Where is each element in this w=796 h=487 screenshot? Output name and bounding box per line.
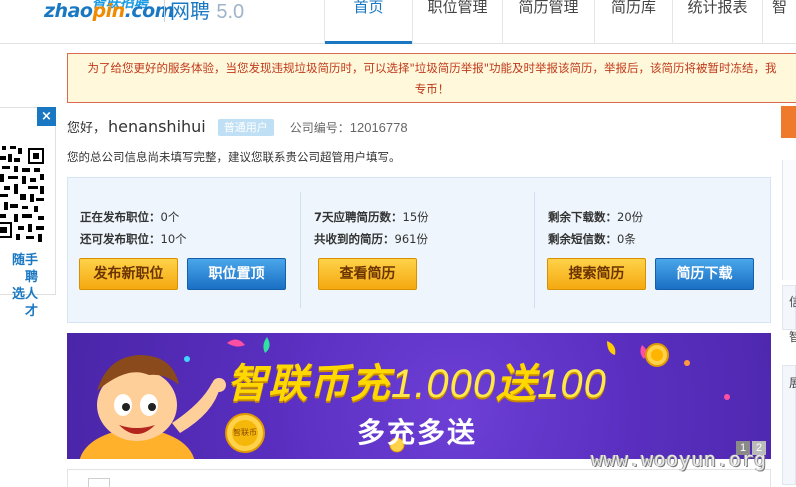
greeting-row: 您好， henanshihui 普通用户 公司编号：12016778 (67, 117, 408, 137)
job-top-button[interactable]: 职位置顶 (187, 258, 286, 290)
nav-more[interactable]: 智 (762, 0, 796, 44)
right-panel-char-1: 信 (789, 295, 796, 309)
stat-publishing-jobs: 正在发布职位：0个 (80, 210, 180, 224)
product-name: 网聘 5.0 (170, 0, 245, 23)
nav-home[interactable]: 首页 (324, 0, 412, 44)
mascot-icon (79, 355, 226, 459)
banner-title: 智联币充1.000送100 (227, 361, 607, 407)
bottom-card (67, 469, 771, 487)
nav-statistics-report[interactable]: 统计报表 (672, 0, 762, 44)
coin-label: 智联币 (233, 428, 257, 437)
right-panel-edge (782, 160, 796, 280)
stats-divider (300, 192, 301, 308)
search-resumes-button[interactable]: 搜索简历 (547, 258, 646, 290)
publish-new-job-button[interactable]: 发布新职位 (79, 258, 178, 290)
spam-report-notice: 为了给您更好的服务体验，当您发现违规垃圾简历时，可以选择"垃圾简历举报"功能及时… (67, 53, 796, 103)
company-info-incomplete-text: 您的总公司信息尚未填写完整，建议您联系贵公司超管用户填写。 (67, 150, 401, 164)
logo-divider (164, 0, 165, 22)
qr-caption: 随手聘 选人才 (11, 253, 38, 319)
qr-code-image (0, 128, 46, 249)
nav-resume-library[interactable]: 简历库 (594, 0, 672, 44)
zhaopin-logo[interactable]: 智联招聘 zhaopin.com (44, 0, 174, 24)
stats-divider (534, 192, 535, 308)
view-resumes-button[interactable]: 查看简历 (318, 258, 417, 290)
stat-weekly-resumes: 7天应聘简历数：15份 (314, 210, 429, 224)
nav-resume-management[interactable]: 简历管理 (502, 0, 594, 44)
logo-en-text: zhaopin.com (44, 0, 174, 22)
notice-line-2: 专币！ (414, 82, 450, 96)
username: henanshihui (108, 117, 206, 136)
top-header: 智联招聘 zhaopin.com 网聘 5.0 首页 职位管理 简历管理 简历库… (0, 0, 796, 44)
stat-remaining-sms: 剩余短信数：0条 (548, 232, 636, 246)
promo-banner[interactable]: 智联币充1.000送100 多充多送 智联币 (67, 333, 771, 459)
stat-available-jobs: 还可发布职位：10个 (80, 232, 187, 246)
stats-panel: 正在发布职位：0个 还可发布职位：10个 发布新职位 职位置顶 7天应聘简历数：… (67, 177, 771, 323)
company-id: 公司编号：12016778 (289, 120, 408, 135)
download-resumes-button[interactable]: 简历下载 (655, 258, 754, 290)
right-panel-char-3: 展 (789, 376, 796, 390)
watermark-text: www.wooyun.org (591, 447, 767, 471)
banner-subtitle: 多充多送 (357, 416, 478, 449)
right-orange-tab[interactable] (781, 106, 796, 138)
notice-line-1: 为了给您更好的服务体验，当您发现违规垃圾简历时，可以选择"垃圾简历举报"功能及时… (87, 61, 777, 75)
document-icon (88, 478, 110, 487)
greeting-hello: 您好， (67, 121, 107, 136)
close-icon[interactable]: × (37, 107, 56, 126)
right-panel-char-2: 智 (789, 330, 796, 344)
stat-remaining-downloads: 剩余下载数：20份 (548, 210, 644, 224)
nav-job-management[interactable]: 职位管理 (412, 0, 502, 44)
main-nav: 首页 职位管理 简历管理 简历库 统计报表 智 (324, 0, 796, 44)
user-type-badge: 普通用户 (217, 119, 274, 136)
stat-total-resumes: 共收到的简历：961份 (314, 232, 428, 246)
